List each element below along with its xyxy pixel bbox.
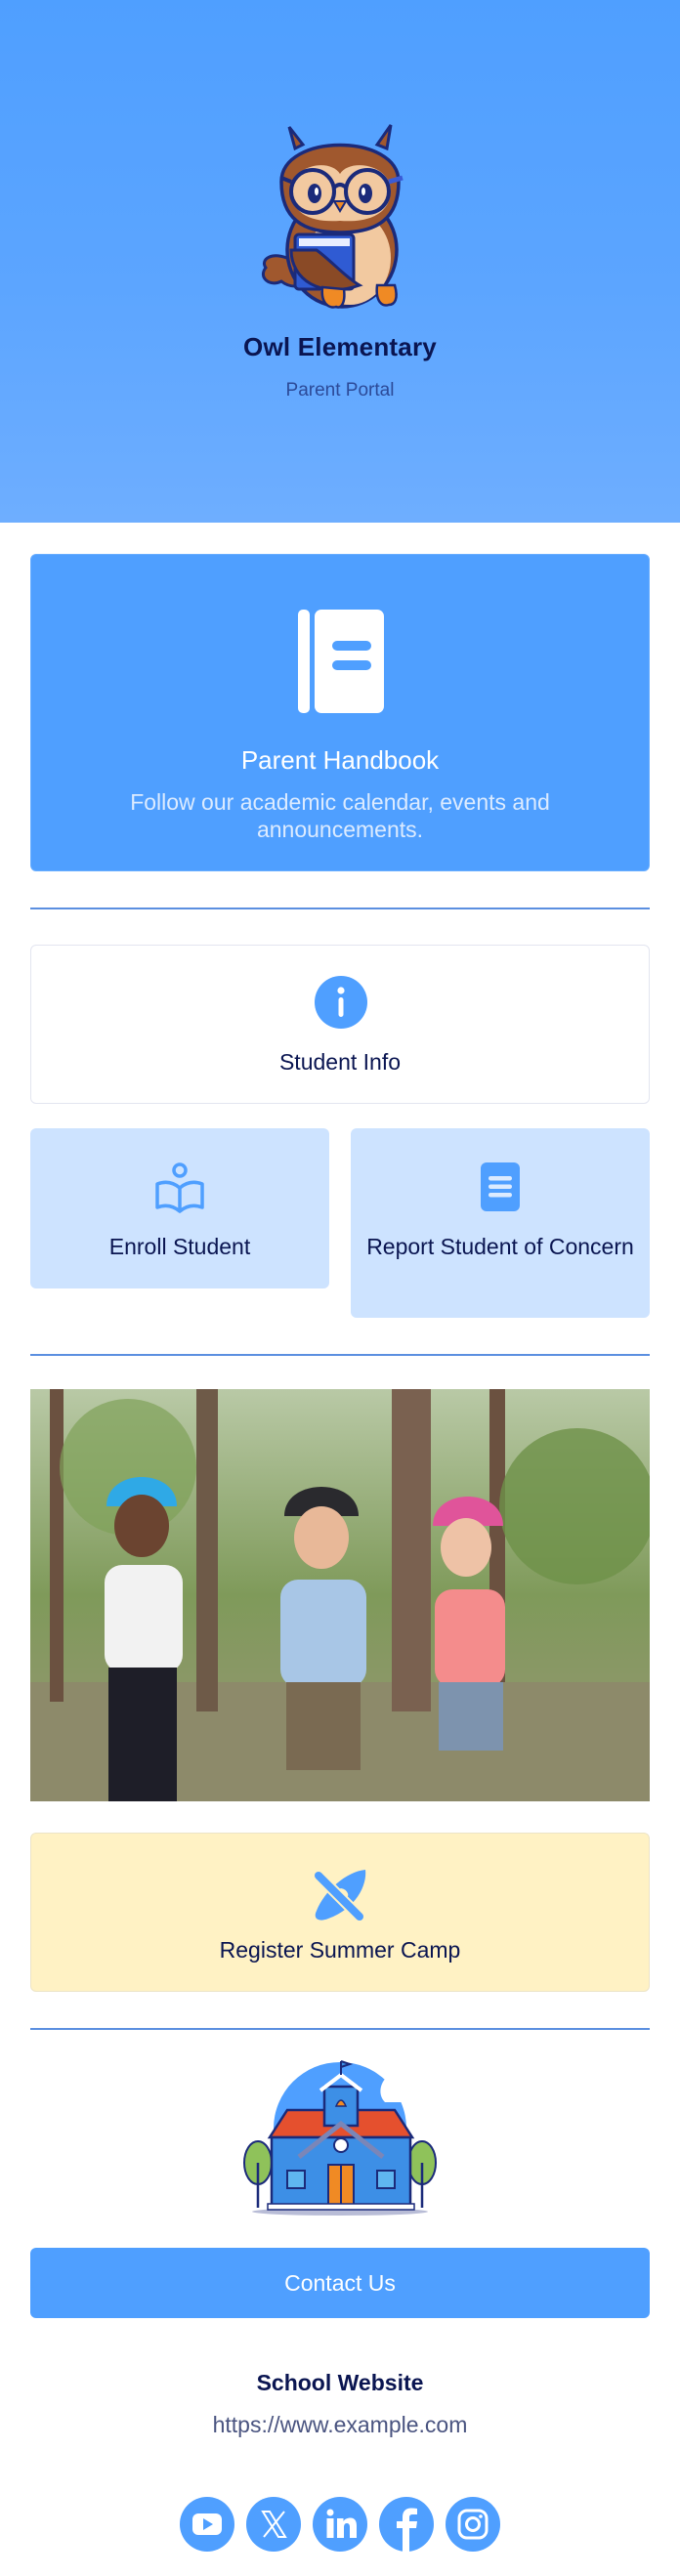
- school-building-illustration: [229, 2060, 439, 2216]
- contact-us-button[interactable]: Contact Us: [30, 2248, 650, 2318]
- enroll-student-label: Enroll Student: [108, 1234, 251, 1259]
- school-website-title: School Website: [256, 2370, 424, 2395]
- student-info-card[interactable]: Student Info: [30, 945, 650, 1104]
- portal-subtitle: Parent Portal: [285, 380, 395, 401]
- handbook-description: Follow our academic calendar, events and…: [130, 789, 550, 842]
- handbook-title: Parent Handbook: [240, 745, 440, 775]
- youtube-link[interactable]: [180, 2497, 234, 2552]
- notebook-icon: [298, 610, 384, 713]
- report-student-label: Report Student of Concern: [366, 1234, 634, 1259]
- summer-camp-photo: [30, 1389, 650, 1801]
- x-link[interactable]: [246, 2497, 301, 2552]
- school-website-link[interactable]: https://www.example.com: [0, 2412, 680, 2438]
- instagram-icon: [457, 2509, 489, 2540]
- x-icon: [261, 2511, 287, 2538]
- reading-person-icon: [155, 1162, 204, 1213]
- section-divider: [30, 908, 650, 909]
- instagram-link[interactable]: [446, 2497, 500, 2552]
- register-summer-camp-card[interactable]: Register Summer Camp: [30, 1833, 650, 1992]
- section-divider: [30, 1354, 650, 1356]
- youtube-icon: [192, 2513, 222, 2535]
- social-links: [180, 2497, 502, 2552]
- info-circle-icon: [315, 976, 367, 1029]
- owl-logo-icon: [261, 124, 404, 309]
- report-student-tile[interactable]: Report Student of Concern: [351, 1128, 650, 1318]
- linkedin-icon: [326, 2509, 357, 2538]
- facebook-icon: [397, 2508, 417, 2552]
- document-icon: [481, 1162, 520, 1211]
- facebook-link[interactable]: [379, 2497, 434, 2552]
- student-info-label: Student Info: [278, 1049, 402, 1075]
- school-name: Owl Elementary: [243, 332, 437, 361]
- summer-camp-label: Register Summer Camp: [219, 1937, 461, 1963]
- kayak-paddle-icon: [313, 1870, 366, 1922]
- parent-handbook-card[interactable]: Parent Handbook Follow our academic cale…: [30, 554, 650, 871]
- enroll-student-tile[interactable]: Enroll Student: [30, 1128, 329, 1288]
- section-divider: [30, 2028, 650, 2030]
- header: Owl Elementary Parent Portal: [0, 0, 680, 523]
- linkedin-link[interactable]: [313, 2497, 367, 2552]
